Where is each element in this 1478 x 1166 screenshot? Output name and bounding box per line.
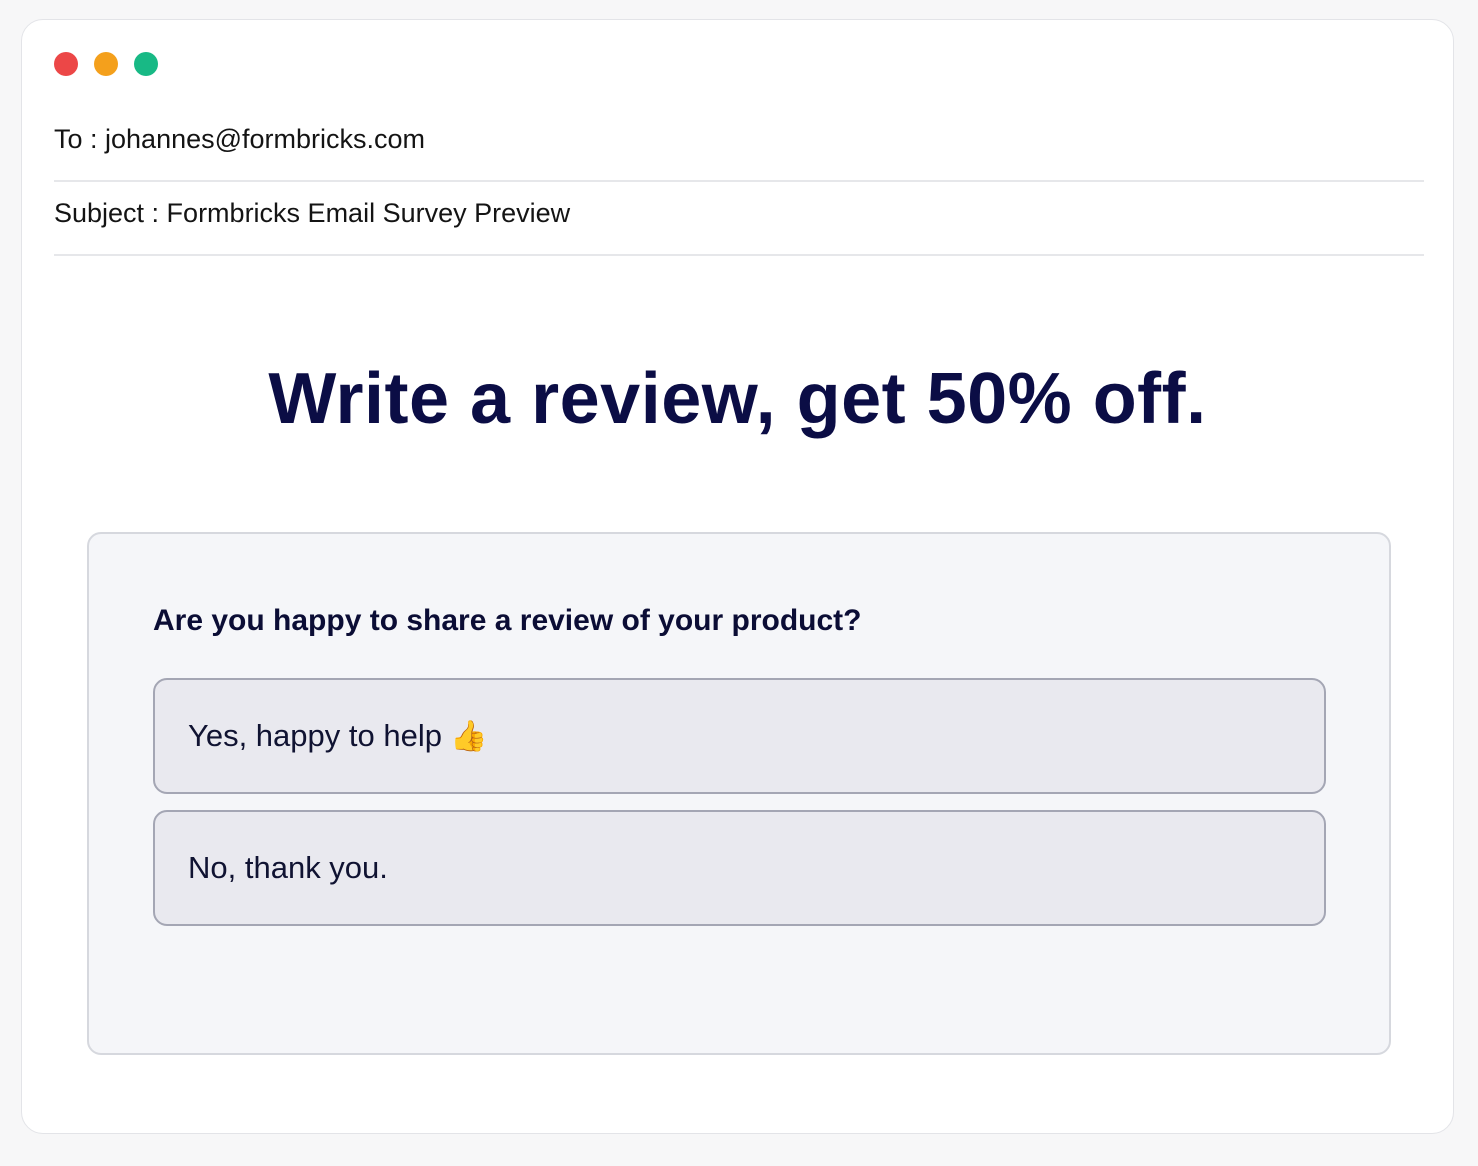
thumbs-up-icon: 👍 xyxy=(449,719,488,753)
close-window-button[interactable] xyxy=(54,52,78,76)
survey-option-no[interactable]: No, thank you. xyxy=(153,810,1326,926)
email-preview-window: To : johannes@formbricks.com Subject : F… xyxy=(21,19,1454,1134)
survey-option-yes[interactable]: Yes, happy to help 👍 xyxy=(153,678,1326,794)
email-to-text: To : johannes@formbricks.com xyxy=(54,124,426,154)
survey-card: Are you happy to share a review of your … xyxy=(87,532,1391,1055)
email-subject-text: Subject : Formbricks Email Survey Previe… xyxy=(54,198,571,228)
email-to-field: To : johannes@formbricks.com xyxy=(54,124,1424,182)
email-subject-field: Subject : Formbricks Email Survey Previe… xyxy=(54,198,1424,256)
survey-question: Are you happy to share a review of your … xyxy=(153,604,862,637)
email-headline: Write a review, get 50% off. xyxy=(268,359,1207,439)
survey-option-label: No, thank you. xyxy=(188,850,388,885)
window-controls xyxy=(54,52,158,76)
survey-option-label: Yes, happy to help xyxy=(188,718,442,753)
minimize-window-button[interactable] xyxy=(94,52,118,76)
maximize-window-button[interactable] xyxy=(134,52,158,76)
